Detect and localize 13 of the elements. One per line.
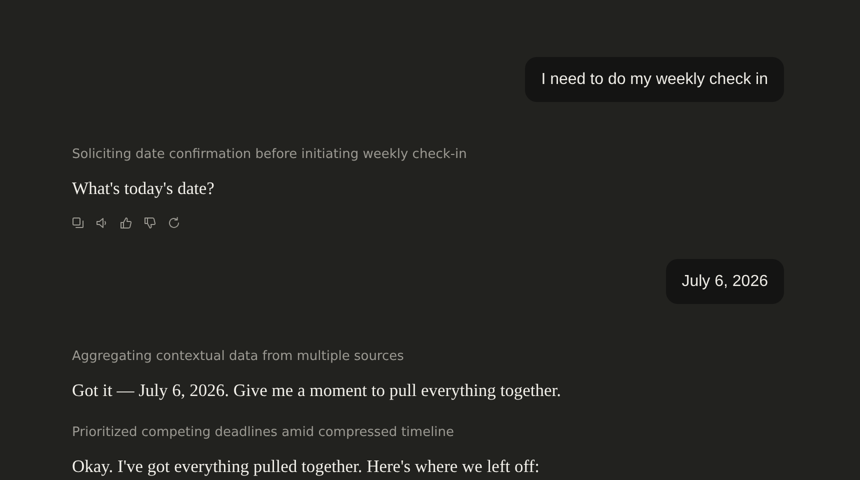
retry-icon[interactable] (168, 217, 180, 229)
thinking-summary[interactable]: Prioritized competing deadlines amid compressed timeline (72, 424, 784, 441)
speaker-icon[interactable] (96, 217, 108, 229)
thinking-summary[interactable]: Soliciting date confirmation before initiating weekly check-in (72, 146, 784, 163)
thumbs-down-icon[interactable] (144, 217, 156, 229)
user-message: July 6, 2026 (666, 259, 784, 304)
assistant-reply: Okay. I've got everything pulled together. Here's where we left off: (72, 455, 540, 477)
thumbs-up-icon[interactable] (120, 217, 132, 229)
assistant-reply: Got it — July 6, 2026. Give me a moment to pull everything together. (72, 379, 562, 401)
thinking-summary[interactable]: Aggregating contextual data from multiple sources (72, 348, 784, 365)
user-message: I need to do my weekly check in (525, 57, 784, 102)
copy-icon[interactable] (72, 217, 84, 229)
assistant-reply: What's today's date? (72, 177, 216, 199)
